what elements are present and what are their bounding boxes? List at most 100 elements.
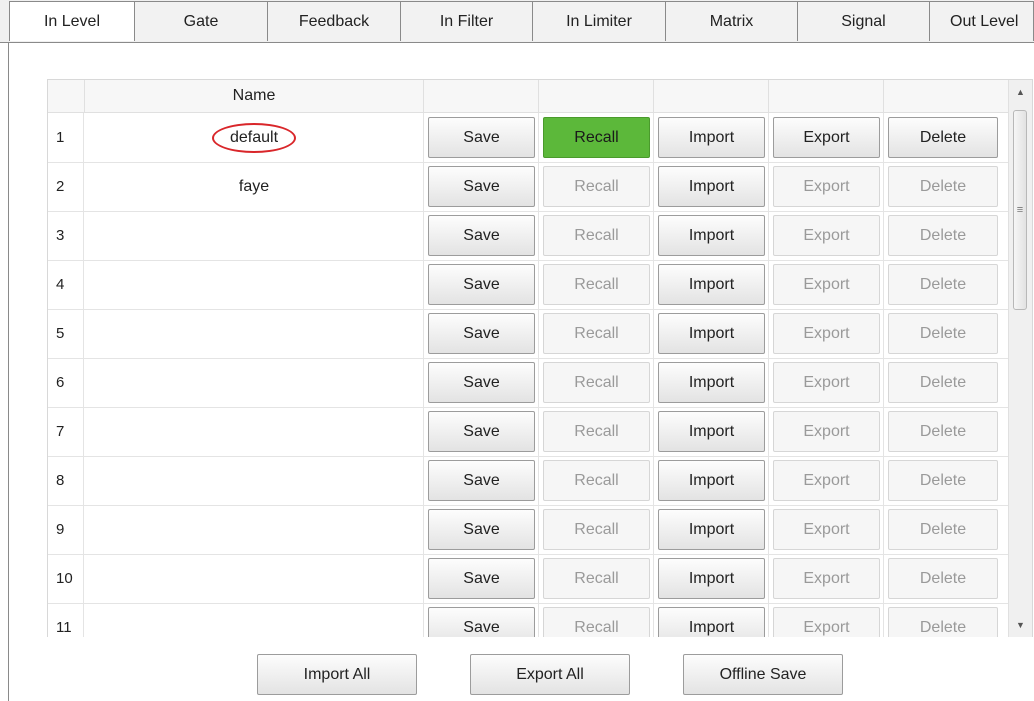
export-button[interactable]: Export [773,215,880,256]
export-button[interactable]: Export [773,362,880,403]
table-row: 6 Save Recall Import Export Delete [48,358,1008,408]
tab-out-level[interactable]: Out Level [929,1,1034,41]
offline-save-button[interactable]: Offline Save [683,654,843,695]
tab-in-limiter[interactable]: In Limiter [532,1,666,41]
preset-name-cell[interactable] [85,407,424,456]
import-button[interactable]: Import [658,215,765,256]
preset-name-cell[interactable] [85,260,424,309]
import-cell: Import [654,407,769,456]
import-button[interactable]: Import [658,509,765,550]
import-button[interactable]: Import [658,264,765,305]
delete-button[interactable]: Delete [888,313,998,354]
import-button[interactable]: Import [658,313,765,354]
import-cell: Import [654,554,769,603]
recall-button[interactable]: Recall [543,215,650,256]
tab-in-level[interactable]: In Level [9,1,135,41]
preset-name-cell[interactable] [85,211,424,260]
preset-name-cell[interactable]: faye [85,162,424,211]
header-col-delete [884,80,1008,112]
export-button[interactable]: Export [773,264,880,305]
row-number: 7 [48,407,84,456]
recall-button[interactable]: Recall [543,166,650,207]
delete-button[interactable]: Delete [888,460,998,501]
save-button[interactable]: Save [428,558,535,599]
tab-gate[interactable]: Gate [134,1,268,41]
preset-name-cell[interactable] [85,456,424,505]
import-button[interactable]: Import [658,558,765,599]
table-row: 5 Save Recall Import Export Delete [48,309,1008,359]
export-button[interactable]: Export [773,313,880,354]
delete-cell: Delete [884,456,1008,505]
header-col-import [654,80,769,112]
save-button[interactable]: Save [428,460,535,501]
recall-cell: Recall [539,456,654,505]
row-number: 5 [48,309,84,358]
recall-button[interactable]: Recall [543,411,650,452]
save-button[interactable]: Save [428,313,535,354]
preset-name-cell[interactable] [85,554,424,603]
import-all-button[interactable]: Import All [257,654,417,695]
delete-button[interactable]: Delete [888,166,998,207]
import-button[interactable]: Import [658,166,765,207]
preset-name-cell[interactable] [85,505,424,554]
row-number: 2 [48,162,84,211]
export-all-button[interactable]: Export All [470,654,630,695]
import-button[interactable]: Import [658,117,765,158]
export-cell: Export [769,211,884,260]
delete-button[interactable]: Delete [888,411,998,452]
scroll-down-icon[interactable]: ▼ [1009,615,1032,635]
save-button[interactable]: Save [428,117,535,158]
recall-button[interactable]: Recall [543,117,650,158]
export-button[interactable]: Export [773,460,880,501]
scroll-thumb[interactable]: ≡ [1013,110,1027,310]
export-button[interactable]: Export [773,117,880,158]
preset-name-cell[interactable] [85,603,424,637]
preset-name-cell[interactable] [85,358,424,407]
export-button[interactable]: Export [773,411,880,452]
recall-cell: Recall [539,211,654,260]
preset-name-cell[interactable]: default [85,113,424,162]
save-button[interactable]: Save [428,166,535,207]
import-button[interactable]: Import [658,460,765,501]
tab-signal[interactable]: Signal [797,1,930,41]
export-button[interactable]: Export [773,607,880,637]
vertical-scrollbar[interactable]: ▲ ≡ ▼ [1008,80,1032,637]
import-button[interactable]: Import [658,607,765,637]
recall-cell: Recall [539,407,654,456]
delete-button[interactable]: Delete [888,362,998,403]
recall-cell: Recall [539,113,654,162]
export-button[interactable]: Export [773,166,880,207]
import-cell: Import [654,211,769,260]
save-button[interactable]: Save [428,215,535,256]
recall-button[interactable]: Recall [543,313,650,354]
recall-button[interactable]: Recall [543,509,650,550]
import-cell: Import [654,505,769,554]
import-button[interactable]: Import [658,362,765,403]
save-button[interactable]: Save [428,509,535,550]
recall-button[interactable]: Recall [543,264,650,305]
tab-feedback[interactable]: Feedback [267,1,401,41]
delete-button[interactable]: Delete [888,117,998,158]
scroll-up-icon[interactable]: ▲ [1009,82,1032,102]
export-button[interactable]: Export [773,509,880,550]
recall-cell: Recall [539,603,654,637]
delete-button[interactable]: Delete [888,215,998,256]
recall-button[interactable]: Recall [543,460,650,501]
recall-button[interactable]: Recall [543,558,650,599]
delete-button[interactable]: Delete [888,509,998,550]
recall-button[interactable]: Recall [543,362,650,403]
tab-matrix[interactable]: Matrix [665,1,798,41]
export-cell: Export [769,407,884,456]
save-button[interactable]: Save [428,411,535,452]
preset-name-cell[interactable] [85,309,424,358]
save-button[interactable]: Save [428,362,535,403]
save-button[interactable]: Save [428,264,535,305]
delete-button[interactable]: Delete [888,558,998,599]
recall-button[interactable]: Recall [543,607,650,637]
tab-in-filter[interactable]: In Filter [400,1,533,41]
delete-button[interactable]: Delete [888,264,998,305]
export-button[interactable]: Export [773,558,880,599]
import-button[interactable]: Import [658,411,765,452]
delete-button[interactable]: Delete [888,607,998,637]
save-button[interactable]: Save [428,607,535,637]
